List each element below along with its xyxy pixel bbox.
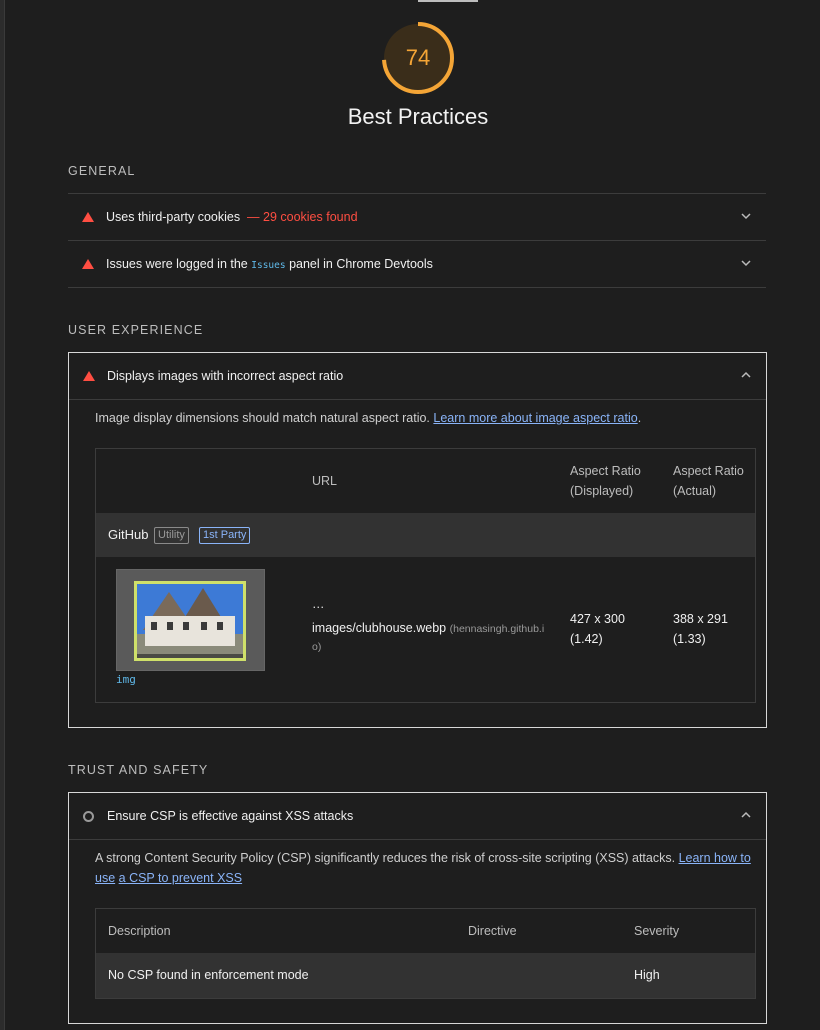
image-thumbnail[interactable]: [116, 569, 265, 671]
entity-name: GitHub: [108, 527, 149, 542]
audit-title: Uses third-party cookies: [106, 210, 241, 224]
group-title-trust-safety: TRUST AND SAFETY: [68, 763, 209, 777]
col-header-url: URL: [312, 474, 338, 488]
chevron-down-icon[interactable]: [738, 255, 754, 271]
active-tab-indicator: [418, 0, 478, 2]
audit-title-after: panel in Chrome Devtools: [289, 257, 433, 271]
group-title-general: GENERAL: [68, 164, 136, 178]
learn-more-link[interactable]: Learn more about image aspect ratio: [433, 411, 637, 425]
entity-category-badge: Utility: [154, 527, 189, 544]
audit-csp-xss: Ensure CSP is effective against XSS atta…: [68, 792, 767, 1024]
url-host-continued: o): [312, 641, 322, 653]
displayed-ratio: (1.42): [570, 632, 603, 646]
col-header-actual: Aspect Ratio (Actual): [673, 464, 744, 498]
audit-header[interactable]: Ensure CSP is effective against XSS atta…: [69, 793, 766, 840]
row-description: No CSP found in enforcement mode: [108, 968, 309, 982]
informative-icon: [83, 811, 94, 822]
audit-title: Displays images with incorrect aspect ra…: [107, 369, 344, 383]
table-row: No CSP found in enforcement mode High: [96, 953, 755, 998]
fail-icon: [82, 259, 94, 269]
col-header-description: Description: [108, 924, 171, 938]
audit-display-value: — 29 cookies found: [247, 210, 358, 224]
col-header-displayed: Aspect Ratio (Displayed): [570, 464, 641, 498]
audit-description: Image display dimensions should match na…: [95, 411, 642, 425]
chevron-up-icon[interactable]: [738, 367, 754, 383]
audit-description: A strong Content Security Policy (CSP) s…: [95, 851, 751, 885]
audit-title: Ensure CSP is effective against XSS atta…: [107, 809, 354, 823]
url-host: (hennasingh.github.i: [449, 623, 545, 635]
col-header-directive: Directive: [468, 924, 517, 938]
audit-title-before: Issues were logged in the: [106, 257, 248, 271]
audit-image-aspect-ratio: Displays images with incorrect aspect ra…: [68, 352, 767, 728]
row-severity: High: [634, 968, 660, 982]
chevron-up-icon[interactable]: [738, 807, 754, 823]
first-party-badge: 1st Party: [199, 527, 251, 544]
fail-icon: [82, 212, 94, 222]
audit-issues-logged[interactable]: Issues were logged in the Issues panel i…: [68, 241, 766, 288]
col-header-severity: Severity: [634, 924, 680, 938]
audit-header[interactable]: Displays images with incorrect aspect ra…: [69, 353, 766, 400]
window-left-edge: [0, 0, 5, 1030]
displayed-size: 427 x 300: [570, 612, 625, 626]
learn-more-link-continued[interactable]: a CSP to prevent XSS: [119, 871, 242, 885]
group-title-user-experience: USER EXPERIENCE: [68, 323, 204, 337]
details-table: Description Directive Severity No CSP fo…: [95, 908, 756, 999]
details-table: URL Aspect Ratio (Displayed) Aspect Rati…: [95, 448, 756, 703]
issues-code: Issues: [251, 260, 286, 271]
category-title: Best Practices: [347, 104, 489, 129]
url-ellipsis: …: [312, 597, 325, 611]
score-value: 74: [405, 45, 431, 70]
audit-third-party-cookies[interactable]: Uses third-party cookies — 29 cookies fo…: [68, 193, 766, 241]
fail-icon: [83, 371, 95, 381]
url-path[interactable]: images/clubhouse.webp (hennasingh.github…: [312, 621, 544, 635]
chevron-down-icon[interactable]: [738, 208, 754, 224]
entity-row: GitHub Utility 1st Party: [96, 513, 755, 557]
actual-size: 388 x 291: [673, 612, 728, 626]
actual-ratio: (1.33): [673, 632, 706, 646]
node-label[interactable]: img: [116, 673, 136, 686]
